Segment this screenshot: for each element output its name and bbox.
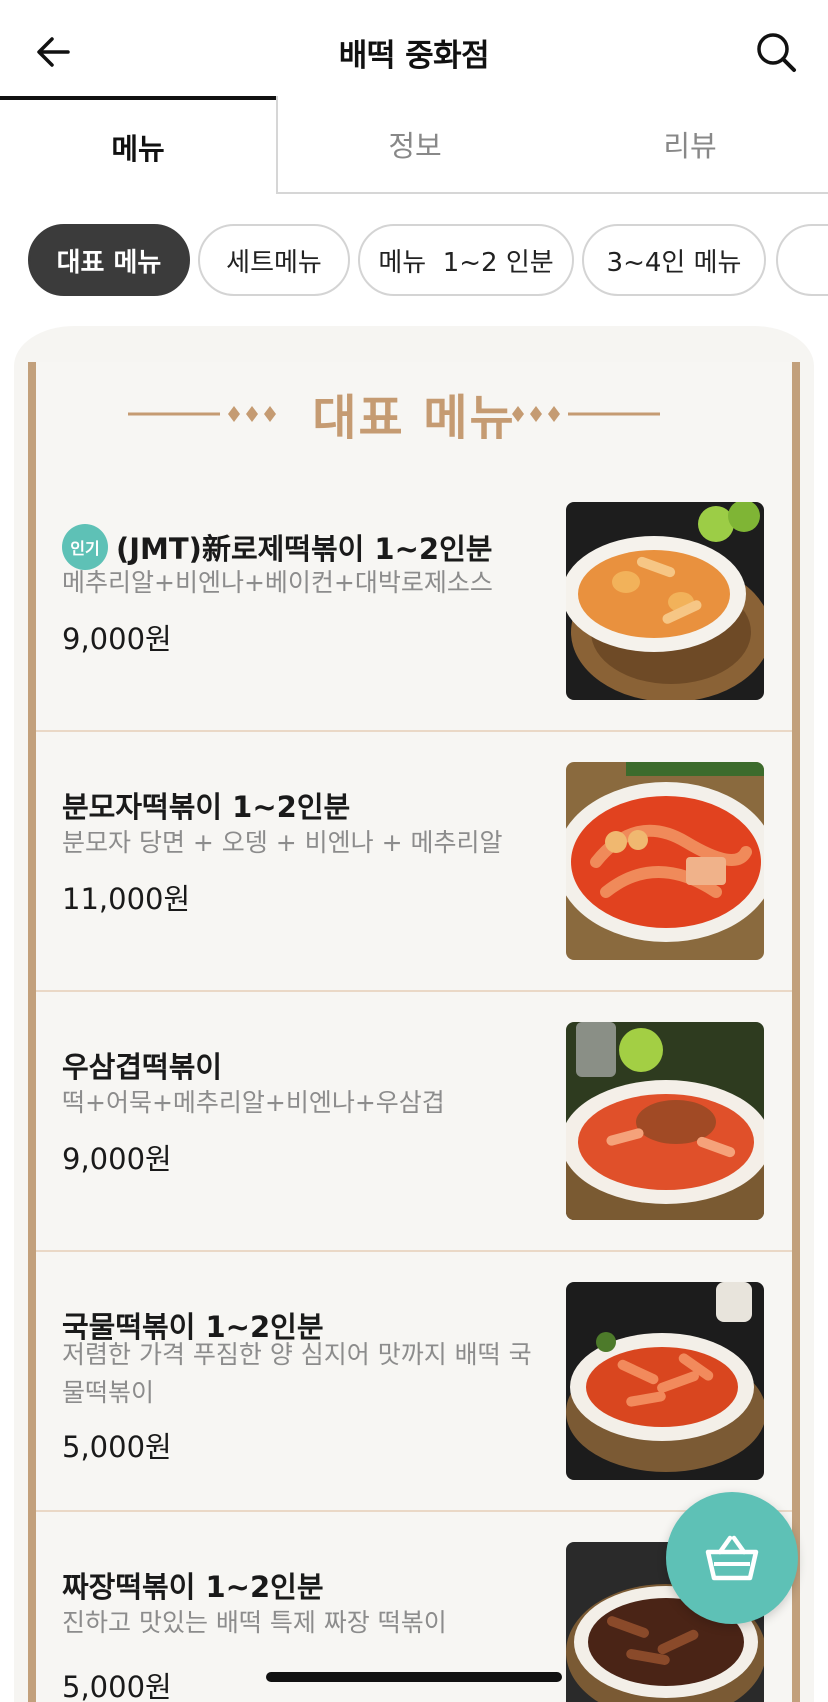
- tab-menu[interactable]: 메뉴: [0, 96, 276, 194]
- menu-item-name: 분모자떡볶이 1~2인분: [62, 790, 351, 824]
- bunmoja-tteokbokki-photo[interactable]: [566, 762, 764, 960]
- back-button[interactable]: [30, 28, 78, 76]
- menu-item-description: 떡+어묵+메추리알+비엔나+우삼겹: [62, 1088, 445, 1117]
- rose-tteokbokki-photo[interactable]: [566, 502, 764, 700]
- arrow-left-icon: [37, 37, 70, 67]
- tab-reviews[interactable]: 리뷰: [552, 96, 828, 194]
- menu-item[interactable]: 국물떡볶이 1~2인분 저렴한 가격 푸짐한 양 심지어 맛까지 배떡 국물떡볶…: [36, 1252, 792, 1512]
- chip-signature-menu[interactable]: 대표 메뉴: [28, 224, 190, 296]
- chip-menu-3-4-servings[interactable]: 3~4인 메뉴: [582, 224, 766, 296]
- menu-item[interactable]: 인기 (JMT)新로제떡볶이 1~2인분 메추리알+비엔나+베이컨+대박로제소스…: [36, 472, 792, 732]
- app-header: 배떡 중화점: [0, 0, 828, 100]
- category-chips: 대표 메뉴 세트메뉴 메뉴 1~2 인분 3~4인 메뉴: [0, 224, 828, 296]
- menu-item-description: 메추리알+비엔나+베이컨+대박로제소스: [62, 568, 493, 597]
- search-icon: [757, 33, 796, 72]
- basket-icon: [705, 1535, 759, 1581]
- beef-brisket-tteokbokki-photo[interactable]: [566, 1022, 764, 1220]
- menu-item-price: 5,000원: [62, 1430, 172, 1464]
- chip-more[interactable]: [776, 224, 828, 296]
- menu-item-name: (JMT)新로제떡볶이 1~2인분: [116, 532, 493, 566]
- cart-button[interactable]: [666, 1492, 798, 1624]
- soup-tteokbokki-photo[interactable]: [566, 1282, 764, 1480]
- section-title: 대표 메뉴: [312, 390, 516, 446]
- menu-item-name: 우삼겹떡볶이: [62, 1050, 223, 1084]
- home-indicator: [266, 1672, 562, 1682]
- menu-item-description: 저렴한 가격 푸짐한 양 심지어 맛까지 배떡 국물떡볶이: [62, 1340, 532, 1407]
- menu-item-description: 진하고 맛있는 배떡 특제 짜장 떡볶이: [62, 1608, 447, 1637]
- page-title: 배떡 중화점: [338, 38, 490, 74]
- menu-item-price: 11,000원: [62, 882, 191, 916]
- menu-item[interactable]: 우삼겹떡볶이 떡+어묵+메추리알+비엔나+우삼겹 9,000원: [36, 992, 792, 1252]
- tab-bar: 메뉴 정보 리뷰: [0, 96, 828, 194]
- menu-item-name: 짜장떡볶이 1~2인분: [62, 1570, 324, 1604]
- tab-info[interactable]: 정보: [276, 96, 552, 194]
- menu-item-price: 9,000원: [62, 622, 172, 656]
- chip-menu-1-2-servings[interactable]: 메뉴 1~2 인분: [358, 224, 574, 296]
- menu-item-header: 우삼겹떡볶이: [62, 1044, 222, 1086]
- menu-item-price: 5,000원: [62, 1670, 172, 1702]
- search-button[interactable]: [750, 26, 802, 78]
- menu-item-price: 9,000원: [62, 1142, 172, 1176]
- menu-item-header: 짜장떡볶이 1~2인분: [62, 1564, 324, 1606]
- menu-item-description: 분모자 당면 + 오뎅 + 비엔나 + 메추리알: [62, 828, 503, 857]
- menu-item[interactable]: 분모자떡볶이 1~2인분 분모자 당면 + 오뎅 + 비엔나 + 메추리알 11…: [36, 732, 792, 992]
- menu-item-header: 분모자떡볶이 1~2인분: [62, 784, 350, 826]
- chip-set-menu[interactable]: 세트메뉴: [198, 224, 350, 296]
